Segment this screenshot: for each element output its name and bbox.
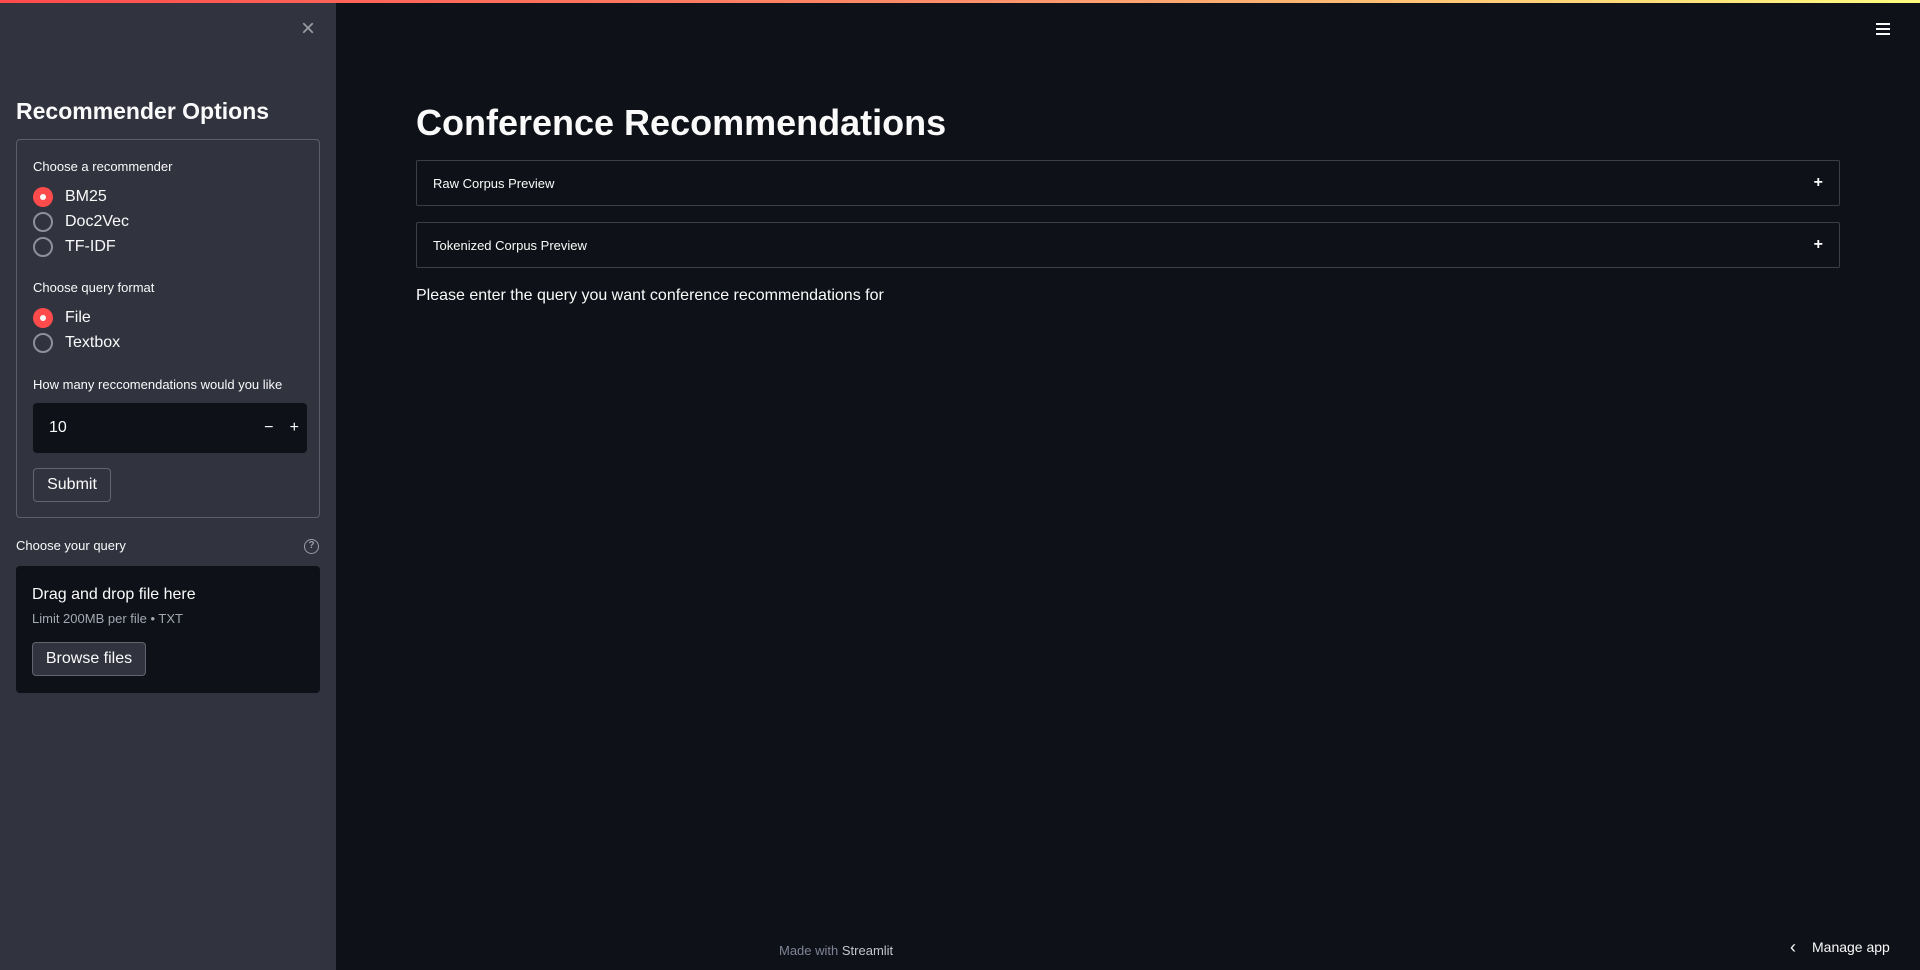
manage-app-label: Manage app xyxy=(1812,939,1890,955)
radio-label: Doc2Vec xyxy=(65,213,130,230)
radio-unchecked-icon xyxy=(33,333,53,353)
recommender-form: Choose a recommender BM25 Doc2Vec TF-IDF… xyxy=(16,139,320,518)
expander-tokenized-corpus[interactable]: Tokenized Corpus Preview + xyxy=(416,222,1840,268)
increment-button[interactable]: + xyxy=(282,403,308,453)
query-label: Choose your query xyxy=(16,538,126,553)
drop-limit-text: Limit 200MB per file • TXT xyxy=(32,611,183,626)
count-label: How many reccomendations would you like xyxy=(33,377,283,392)
sidebar: × Recommender Options Choose a recommend… xyxy=(0,0,336,970)
menu-line xyxy=(1876,33,1890,35)
browse-files-button[interactable]: Browse files xyxy=(32,642,146,676)
recommender-label: Choose a recommender xyxy=(33,159,173,174)
radio-label: TF-IDF xyxy=(65,238,116,255)
drop-title: Drag and drop file here xyxy=(32,586,196,603)
radio-checked-icon xyxy=(33,308,53,328)
radio-bm25[interactable]: BM25 xyxy=(33,186,107,208)
query-format-label: Choose query format xyxy=(33,280,155,295)
radio-label: Textbox xyxy=(65,334,121,351)
radio-label: BM25 xyxy=(65,188,107,205)
file-dropzone[interactable]: Drag and drop file here Limit 200MB per … xyxy=(16,566,320,693)
recommendation-count-stepper: − + xyxy=(33,403,307,453)
streamlit-link[interactable]: Streamlit xyxy=(842,943,893,958)
radio-unchecked-icon xyxy=(33,212,53,232)
radio-file[interactable]: File xyxy=(33,307,91,329)
manage-app-button[interactable]: ‹ Manage app xyxy=(1790,937,1890,957)
menu-line xyxy=(1876,23,1890,25)
footer-made-with: Made with xyxy=(779,943,839,958)
radio-textbox[interactable]: Textbox xyxy=(33,332,120,354)
radio-checked-icon xyxy=(33,187,53,207)
query-prompt-text: Please enter the query you want conferen… xyxy=(416,287,884,304)
decrement-button[interactable]: − xyxy=(256,403,282,453)
close-icon[interactable]: × xyxy=(296,17,320,42)
menu-line xyxy=(1876,28,1890,30)
chevron-left-icon: ‹ xyxy=(1790,937,1796,957)
page-title: Conference Recommendations xyxy=(416,102,947,143)
radio-label: File xyxy=(65,309,91,326)
radio-unchecked-icon xyxy=(33,237,53,257)
radio-doc2vec[interactable]: Doc2Vec xyxy=(33,211,129,233)
plus-icon: + xyxy=(1813,236,1823,253)
sidebar-title: Recommender Options xyxy=(16,98,270,124)
count-input[interactable] xyxy=(33,403,256,453)
expander-raw-corpus[interactable]: Raw Corpus Preview + xyxy=(416,160,1840,206)
top-decoration-bar xyxy=(0,0,1920,3)
submit-button[interactable]: Submit xyxy=(33,468,111,502)
radio-tfidf[interactable]: TF-IDF xyxy=(33,236,116,258)
plus-icon: + xyxy=(1813,174,1823,191)
expander-label: Tokenized Corpus Preview xyxy=(433,237,587,253)
expander-label: Raw Corpus Preview xyxy=(433,175,555,191)
hamburger-menu-icon[interactable] xyxy=(1874,20,1892,38)
help-icon[interactable]: ? xyxy=(304,539,319,554)
footer: Made with Streamlit xyxy=(779,943,893,958)
